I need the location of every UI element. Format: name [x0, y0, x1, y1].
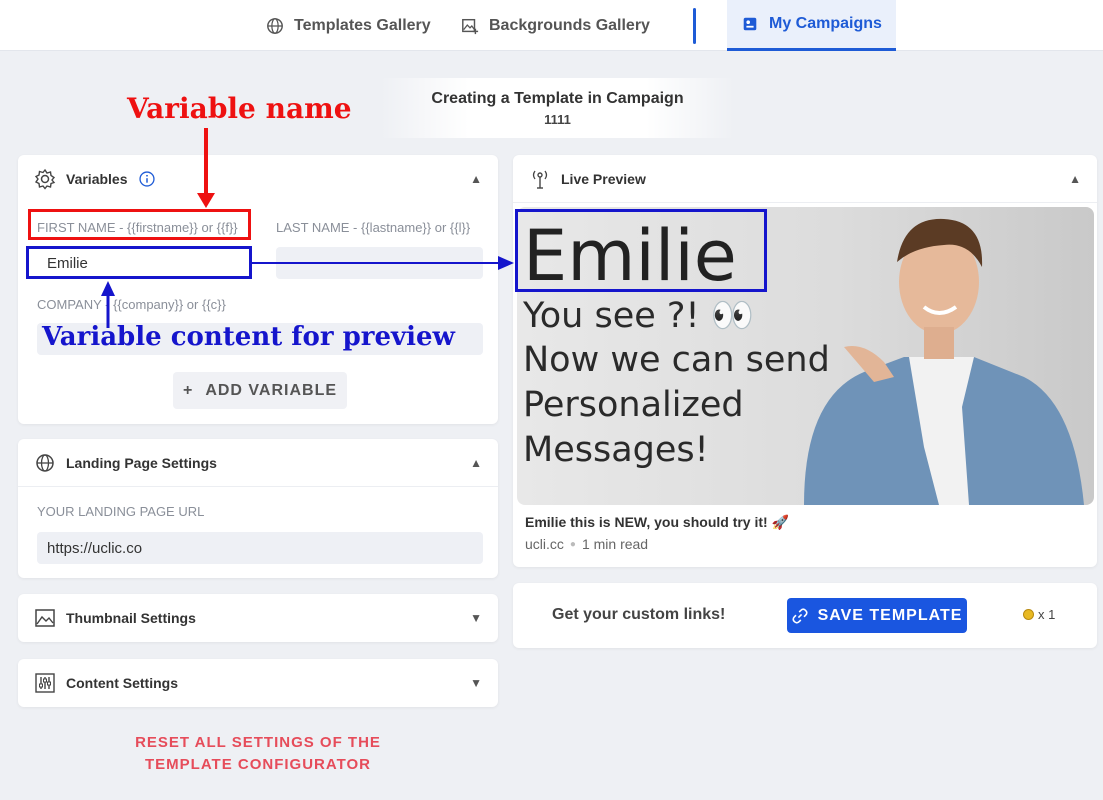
tab-templates-gallery[interactable]: Templates Gallery	[266, 0, 431, 51]
live-preview-header[interactable]: Live Preview ▲	[513, 155, 1097, 203]
tab-label: Backgrounds Gallery	[489, 16, 650, 34]
nav-divider	[693, 8, 696, 44]
annotation-variable-content: Variable content for preview	[42, 322, 455, 352]
add-variable-label: ADD VARIABLE	[205, 381, 338, 399]
globe-icon	[267, 17, 283, 34]
tab-backgrounds-gallery[interactable]: Backgrounds Gallery	[461, 0, 650, 51]
preview-line-1: You see ?! 👀	[523, 296, 755, 336]
thumbnail-settings-header[interactable]: Thumbnail Settings ▼	[18, 594, 498, 642]
campaign-icon	[743, 17, 757, 31]
plus-icon: +	[182, 381, 194, 399]
preview-meta: ucli.cc ● 1 min read	[525, 536, 648, 552]
annotation-variable-name: Variable name	[127, 92, 352, 125]
preview-domain: ucli.cc	[525, 536, 564, 552]
credit-counter: x 1	[1023, 607, 1055, 622]
tab-label: Templates Gallery	[294, 16, 431, 34]
preview-link-title: Emilie this is NEW, you should try it! 🚀	[525, 514, 790, 530]
landing-page-title: Landing Page Settings	[66, 454, 217, 471]
save-template-button[interactable]: SAVE TEMPLATE	[787, 598, 967, 633]
content-settings-title: Content Settings	[66, 675, 178, 691]
coin-icon	[1023, 609, 1034, 620]
save-template-label: SAVE TEMPLATE	[817, 606, 963, 624]
globe-icon	[36, 453, 54, 472]
landing-url-input[interactable]: https://uclic.co	[37, 532, 483, 564]
person-photo	[804, 218, 1084, 505]
link-icon	[791, 607, 808, 624]
annotation-box-label	[28, 209, 251, 240]
last-name-label: LAST NAME - {{lastname}} or {{l}}	[276, 220, 471, 235]
landing-url-label: YOUR LANDING PAGE URL	[37, 504, 205, 519]
annotation-box-input	[26, 246, 252, 279]
chevron-up-icon[interactable]: ▲	[1069, 172, 1081, 186]
campaign-id: 1111	[544, 112, 571, 127]
live-preview-title: Live Preview	[561, 170, 646, 187]
custom-links-text: Get your custom links!	[552, 606, 726, 623]
image-icon	[35, 609, 55, 627]
dot-separator-icon: ●	[569, 538, 576, 550]
variables-card: Variables ▲ FIRST NAME - {{firstname}} o…	[18, 155, 498, 424]
variables-header[interactable]: Variables ▲	[18, 155, 498, 203]
variables-title: Variables	[66, 171, 128, 187]
tab-label: My Campaigns	[769, 15, 882, 32]
landing-page-header[interactable]: Landing Page Settings ▲	[18, 439, 498, 487]
content-settings-header[interactable]: Content Settings ▼	[18, 659, 498, 707]
chevron-down-icon[interactable]: ▼	[470, 676, 482, 690]
top-navigation: Templates Gallery Backgrounds Gallery My…	[0, 0, 1103, 51]
image-add-icon	[462, 18, 479, 34]
reset-line-2: TEMPLATE CONFIGURATOR	[145, 756, 371, 773]
thumbnail-settings-title: Thumbnail Settings	[66, 610, 196, 626]
chevron-down-icon[interactable]: ▼	[470, 611, 482, 625]
chevron-up-icon[interactable]: ▲	[470, 456, 482, 470]
landing-page-card: Landing Page Settings ▲ YOUR LANDING PAG…	[18, 439, 498, 578]
reset-settings-link[interactable]: RESET ALL SETTINGS OF THE TEMPLATE CONFI…	[118, 732, 398, 776]
campaign-heading-title: Creating a Template in Campaign	[431, 90, 684, 107]
info-icon[interactable]	[138, 170, 156, 188]
preview-read-time: 1 min read	[581, 536, 649, 552]
reset-line-1: RESET ALL SETTINGS OF THE	[135, 734, 381, 751]
gear-icon	[34, 168, 56, 190]
annotation-box-preview-name	[515, 209, 767, 292]
add-variable-button[interactable]: + ADD VARIABLE	[173, 372, 347, 409]
preview-line-3: Personalized	[523, 385, 744, 425]
sliders-icon	[35, 673, 55, 693]
company-label: COMPANY - {{company}} or {{c}}	[37, 297, 226, 312]
broadcast-icon	[532, 170, 548, 189]
credit-count: x 1	[1038, 607, 1056, 622]
last-name-input[interactable]	[276, 247, 483, 279]
campaign-heading: Creating a Template in Campaign 1111	[380, 78, 735, 138]
content-settings-card[interactable]: Content Settings ▼	[18, 659, 498, 707]
chevron-up-icon[interactable]: ▲	[470, 172, 482, 186]
tab-my-campaigns[interactable]: My Campaigns	[727, 0, 896, 51]
preview-line-4: Messages!	[523, 430, 709, 470]
thumbnail-settings-card[interactable]: Thumbnail Settings ▼	[18, 594, 498, 642]
